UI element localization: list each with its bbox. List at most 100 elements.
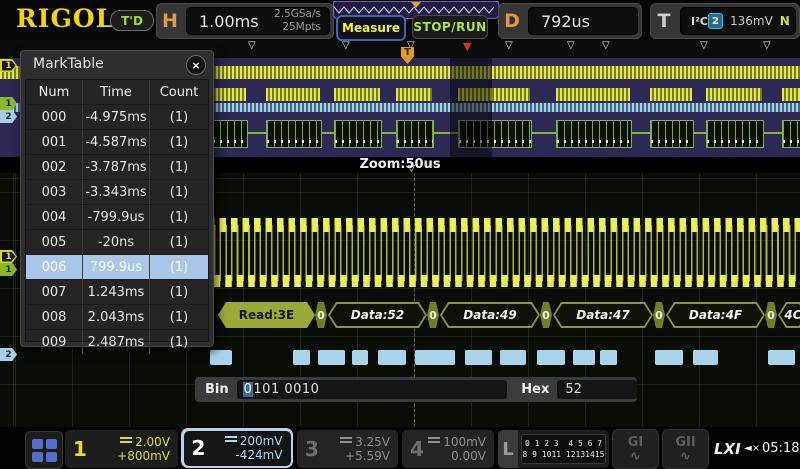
delay-block[interactable]: D 792us — [498, 3, 642, 39]
cell-time: -799.9us — [82, 205, 149, 229]
marker-triangle: ▽ — [700, 41, 708, 51]
lxi-indicator: LXI — [714, 440, 741, 458]
channel4-offset: 0.00V — [451, 449, 486, 463]
menu-grid-button[interactable] — [25, 431, 63, 469]
ch2-pulse — [352, 350, 368, 365]
cell-count: (1) — [149, 105, 208, 129]
hex-value-field[interactable]: 52 — [557, 380, 637, 399]
table-row-selected[interactable]: 006799.9us(1) — [26, 254, 208, 279]
cell-num: 002 — [26, 155, 82, 179]
horizontal-block[interactable]: H 1.00ms 2.5GSa/s 25Mpts — [156, 3, 334, 39]
marker-triangle: ▽ — [763, 41, 771, 51]
marker-label: 2 — [5, 350, 11, 360]
marker-label: 1 — [2, 61, 16, 71]
table-row[interactable]: 003-3.343ms(1) — [26, 179, 208, 204]
t-label: T — [651, 10, 677, 32]
trigger-level-value: 136mV — [730, 14, 773, 28]
timebase-value: 1.00ms — [187, 12, 259, 31]
decode-label: 4C — [784, 308, 800, 322]
ch1-burst — [650, 88, 692, 101]
cell-count: (1) — [149, 155, 208, 179]
marker-label: 1 — [2, 252, 16, 262]
oscilloscope-screen: ▽ ▽ ▽ ▽ ▽ ▽ ▽ ▽ ▼ T Zoom:50us ▽ Read:3E … — [0, 0, 800, 469]
decode-label: 0 — [429, 309, 437, 322]
ch1-burst — [782, 88, 800, 101]
measure-button[interactable]: Measure — [336, 15, 406, 41]
footer-bar: 1 2.00V +800mV 2 200mV -424mV 3 3.25V +5… — [0, 427, 800, 469]
ch1-burst — [266, 88, 320, 101]
zoom-window-region[interactable] — [450, 58, 492, 157]
channel1-block[interactable]: 1 2.00V +800mV — [64, 429, 179, 469]
decode-burst — [334, 120, 382, 148]
cell-time: -20ns — [82, 230, 149, 254]
stop-run-button[interactable]: STOP/RUN — [412, 15, 488, 39]
table-row[interactable]: 005-20ns(1) — [26, 229, 208, 254]
sample-rate: 2.5GSa/s — [274, 8, 321, 20]
generator2-block[interactable]: GII ∿ — [662, 429, 709, 469]
cell-count: (1) — [149, 130, 208, 154]
logic-channels-block[interactable]: L 0 1 2 3 4 5 6 7 8 9 1011 12131415 — [497, 429, 610, 469]
ch2-pulse — [318, 350, 345, 365]
decode-label: 0 — [767, 309, 775, 322]
cell-count: (1) — [149, 230, 208, 254]
decode-burst — [396, 120, 434, 148]
table-row[interactable]: 002-3.787ms(1) — [26, 154, 208, 179]
grid-square — [32, 439, 43, 449]
cell-num: 003 — [26, 180, 82, 204]
decode-burst — [212, 120, 248, 148]
marker-triangle: ▽ — [342, 41, 350, 51]
decode-data-box: Data:49 — [440, 302, 540, 328]
cell-time: -3.787ms — [82, 155, 149, 179]
table-row[interactable]: 001-4.587ms(1) — [26, 129, 208, 154]
col-num: Num — [26, 80, 82, 104]
table-row[interactable]: 000-4.975ms(1) — [26, 104, 208, 129]
cell-num: 000 — [26, 105, 82, 129]
marktable-table: Num Time Count 000-4.975ms(1) 001-4.587m… — [25, 79, 209, 342]
col-time: Time — [82, 80, 149, 104]
marker-label: 1 — [5, 265, 11, 275]
table-row[interactable]: 004-799.9us(1) — [26, 204, 208, 229]
channel4-number: 4 — [402, 437, 426, 461]
sine-wave-icon: ∿ — [680, 450, 691, 463]
cell-count: (1) — [149, 180, 208, 204]
speaker-muted-icon: ◄× — [744, 443, 760, 454]
generator1-label: GI — [628, 436, 644, 449]
ch2-pulse — [768, 350, 795, 365]
cell-count: (1) — [149, 305, 208, 329]
table-row[interactable]: 0082.043ms(1) — [26, 304, 208, 329]
decode-burst — [706, 120, 764, 148]
cell-num: 009 — [26, 330, 82, 354]
trigger-position-marker[interactable]: ▼ — [463, 41, 471, 52]
ch1-burst — [706, 88, 762, 101]
decode-burst — [782, 120, 800, 148]
table-row[interactable]: 0071.243ms(1) — [26, 279, 208, 304]
decode-label: 0 — [542, 309, 550, 322]
marktable-title: MarkTable — [33, 56, 104, 72]
channel3-block[interactable]: 3 3.25V +5.59V — [296, 429, 399, 469]
decode-read-box: Read:3E — [218, 302, 315, 328]
marker-label: 1 — [5, 99, 11, 109]
trigger-block[interactable]: T I²C 2 136mV N — [650, 3, 800, 39]
memory-depth: 25Mpts — [282, 21, 321, 33]
generator1-block[interactable]: GI ∿ — [612, 429, 659, 469]
close-icon[interactable]: × — [186, 55, 206, 75]
decode-burst — [266, 120, 322, 148]
ch1-burst — [396, 88, 432, 101]
decode-data-box: Data:4F — [666, 302, 765, 328]
marker-triangle: ▽ — [248, 41, 256, 51]
ch2-pulse — [573, 350, 595, 365]
hex-label: Hex — [507, 382, 557, 397]
channel4-block[interactable]: 4 100mV 0.00V — [401, 429, 495, 469]
trigger-source-badge: 2 — [708, 13, 723, 29]
cell-num: 006 — [26, 255, 82, 279]
table-row[interactable]: 0092.487ms(1) — [26, 329, 208, 354]
cell-count: (1) — [149, 330, 208, 354]
channel2-block-selected[interactable]: 2 200mV -424mV — [181, 428, 293, 468]
bin-value-field[interactable]: 0101 0010 — [237, 380, 508, 399]
sine-wave-icon: ∿ — [630, 450, 641, 463]
bus-value-bar: Bin 0101 0010 Hex 52 — [195, 377, 637, 402]
cell-time: -4.975ms — [82, 105, 149, 129]
trigger-position-tick — [411, 2, 421, 8]
cell-num: 001 — [26, 130, 82, 154]
system-time: 05:18 — [762, 441, 799, 456]
